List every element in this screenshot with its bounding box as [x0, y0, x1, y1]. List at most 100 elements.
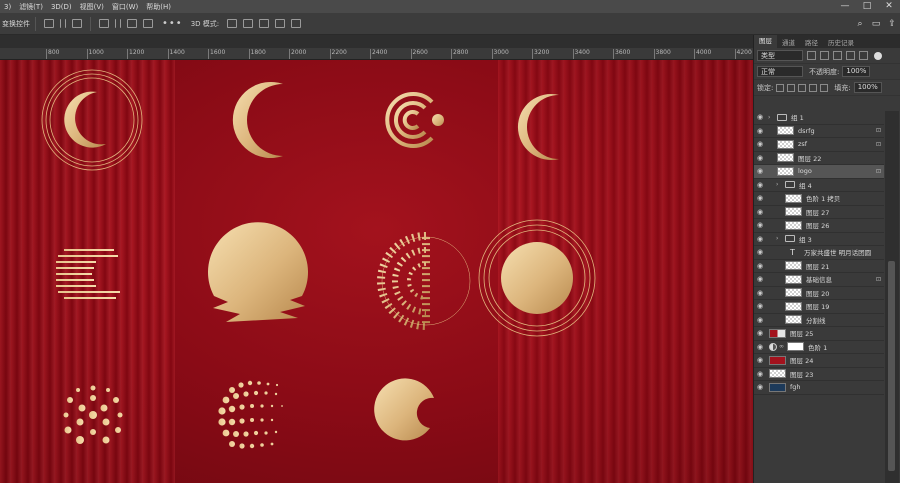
- menu-item-window[interactable]: 窗口(W): [108, 2, 142, 12]
- moon-double-ring[interactable]: [478, 219, 596, 337]
- group-expand-icon[interactable]: ›: [776, 235, 782, 242]
- fill-input[interactable]: 100%: [853, 82, 882, 93]
- layer-row[interactable]: ◉ 图层 20: [754, 287, 884, 300]
- layer-row[interactable]: ◉ 色阶 1 拷贝: [754, 192, 884, 206]
- full-moon-reflection[interactable]: [208, 222, 308, 322]
- align-top-icon[interactable]: [99, 19, 109, 28]
- scrollbar-thumb[interactable]: [888, 261, 895, 471]
- visibility-eye-icon[interactable]: ◉: [754, 208, 766, 216]
- halftone-half-circle[interactable]: [377, 231, 471, 331]
- distribute-icon[interactable]: [143, 19, 153, 28]
- visibility-eye-icon[interactable]: ◉: [754, 329, 766, 337]
- visibility-eye-icon[interactable]: ◉: [754, 248, 766, 256]
- search-icon[interactable]: ⌕: [852, 19, 868, 29]
- visibility-eye-icon[interactable]: ◉: [754, 127, 766, 135]
- visibility-eye-icon[interactable]: ◉: [754, 113, 766, 121]
- 3d-scale-icon[interactable]: [291, 19, 302, 28]
- lock-move-icon[interactable]: [798, 83, 807, 92]
- transform-controls-label[interactable]: 变换控件: [2, 19, 30, 29]
- layer-row[interactable]: ◉ 图层 21: [754, 260, 884, 273]
- menu-item-3d[interactable]: 3D(D): [47, 3, 76, 11]
- layer-row[interactable]: ◉ › 组 1: [754, 111, 884, 125]
- layer-row[interactable]: ◉ 图层 23: [754, 368, 884, 381]
- blend-mode-select[interactable]: 正常: [757, 66, 803, 77]
- layer-row[interactable]: ◉ › 组 4: [754, 179, 884, 192]
- menu-item-filter[interactable]: 滤镜(T): [15, 2, 47, 12]
- filter-toggle-icon[interactable]: [874, 51, 882, 60]
- layer-row[interactable]: ◉ ∞ 色阶 1: [754, 341, 884, 354]
- 3d-slide-icon[interactable]: [275, 19, 286, 28]
- document-canvas[interactable]: [0, 60, 753, 483]
- menu-item-view[interactable]: 视图(V): [76, 2, 108, 12]
- visibility-eye-icon[interactable]: ◉: [754, 302, 766, 310]
- 3d-drag-icon[interactable]: [259, 19, 270, 28]
- visibility-eye-icon[interactable]: ◉: [754, 356, 766, 364]
- smart-filter-icon[interactable]: [859, 51, 868, 60]
- shape-filter-icon[interactable]: [846, 51, 855, 60]
- align-left-icon[interactable]: [44, 19, 54, 28]
- lock-artboard-icon[interactable]: [809, 83, 818, 92]
- halftone-c-logo[interactable]: [218, 380, 283, 449]
- close-button[interactable]: ✕: [878, 0, 900, 13]
- group-expand-icon[interactable]: ›: [776, 181, 782, 188]
- pixel-filter-icon[interactable]: [807, 51, 816, 60]
- workspace-icon[interactable]: ▭: [868, 19, 884, 29]
- layer-row[interactable]: ◉ fgh: [754, 381, 884, 395]
- filter-kind-select[interactable]: 类型: [757, 50, 803, 61]
- layer-row[interactable]: ◉ 图层 19: [754, 300, 884, 314]
- tab-layers[interactable]: 图层: [754, 35, 777, 48]
- visibility-eye-icon[interactable]: ◉: [754, 140, 766, 148]
- layer-row[interactable]: ◉ zsf ⊡: [754, 138, 884, 152]
- concentric-c-logo[interactable]: [385, 92, 444, 148]
- minimize-button[interactable]: —: [834, 0, 856, 13]
- layer-row[interactable]: ◉ 图层 22: [754, 152, 884, 165]
- opacity-input[interactable]: 100%: [842, 66, 871, 77]
- visibility-eye-icon[interactable]: ◉: [754, 262, 766, 270]
- layer-row[interactable]: ◉ dsrfg ⊡: [754, 125, 884, 138]
- align-bottom-icon[interactable]: [127, 19, 137, 28]
- share-icon[interactable]: ⇪: [884, 19, 900, 29]
- visibility-eye-icon[interactable]: ◉: [754, 289, 766, 297]
- layer-row[interactable]: ◉ › 组 3: [754, 233, 884, 246]
- visibility-eye-icon[interactable]: ◉: [754, 275, 766, 283]
- visibility-eye-icon[interactable]: ◉: [754, 181, 766, 189]
- bitten-moon[interactable]: [374, 378, 434, 441]
- visibility-eye-icon[interactable]: ◉: [754, 316, 766, 324]
- layers-scrollbar[interactable]: [885, 111, 899, 483]
- type-filter-icon[interactable]: [833, 51, 842, 60]
- visibility-eye-icon[interactable]: ◉: [754, 343, 766, 351]
- align-center-icon[interactable]: [60, 19, 66, 28]
- lock-transparent-icon[interactable]: [776, 83, 785, 92]
- visibility-eye-icon[interactable]: ◉: [754, 235, 766, 243]
- crescent-large[interactable]: [232, 82, 283, 159]
- tab-channels[interactable]: 通道: [777, 37, 800, 47]
- layer-row[interactable]: ◉ 分割线: [754, 314, 884, 327]
- visibility-eye-icon[interactable]: ◉: [754, 154, 766, 162]
- maximize-button[interactable]: □: [856, 0, 878, 13]
- menu-item-help[interactable]: 帮助(H): [142, 2, 175, 12]
- dotted-sun-logo[interactable]: [63, 385, 123, 445]
- layer-row[interactable]: ◉ 图层 27: [754, 206, 884, 219]
- striped-c-logo[interactable]: [56, 249, 120, 299]
- visibility-eye-icon[interactable]: ◉: [754, 383, 766, 391]
- lock-brush-icon[interactable]: [787, 83, 796, 92]
- lock-all-icon[interactable]: [820, 83, 829, 92]
- visibility-eye-icon[interactable]: ◉: [754, 370, 766, 378]
- align-middle-icon[interactable]: [115, 19, 121, 28]
- layer-row[interactable]: ◉ 图层 26: [754, 219, 884, 233]
- adjustment-filter-icon[interactable]: [820, 51, 829, 60]
- layer-row[interactable]: ◉ logo ⊡: [754, 165, 884, 179]
- layer-row[interactable]: ◉ 图层 25: [754, 327, 884, 341]
- tab-history[interactable]: 历史记录: [823, 37, 859, 47]
- layer-row[interactable]: ◉ 基础信息 ⊡: [754, 273, 884, 287]
- visibility-eye-icon[interactable]: ◉: [754, 167, 766, 175]
- 3d-rotate-icon[interactable]: [227, 19, 238, 28]
- 3d-roll-icon[interactable]: [243, 19, 254, 28]
- visibility-eye-icon[interactable]: ◉: [754, 194, 766, 202]
- visibility-eye-icon[interactable]: ◉: [754, 221, 766, 229]
- tab-paths[interactable]: 路径: [800, 37, 823, 47]
- menu-item-file[interactable]: 3): [0, 3, 15, 11]
- layer-row[interactable]: ◉ T 万家共盛世 明月话团圆: [754, 246, 884, 260]
- align-right-icon[interactable]: [72, 19, 82, 28]
- layer-row[interactable]: ◉ 图层 24: [754, 354, 884, 368]
